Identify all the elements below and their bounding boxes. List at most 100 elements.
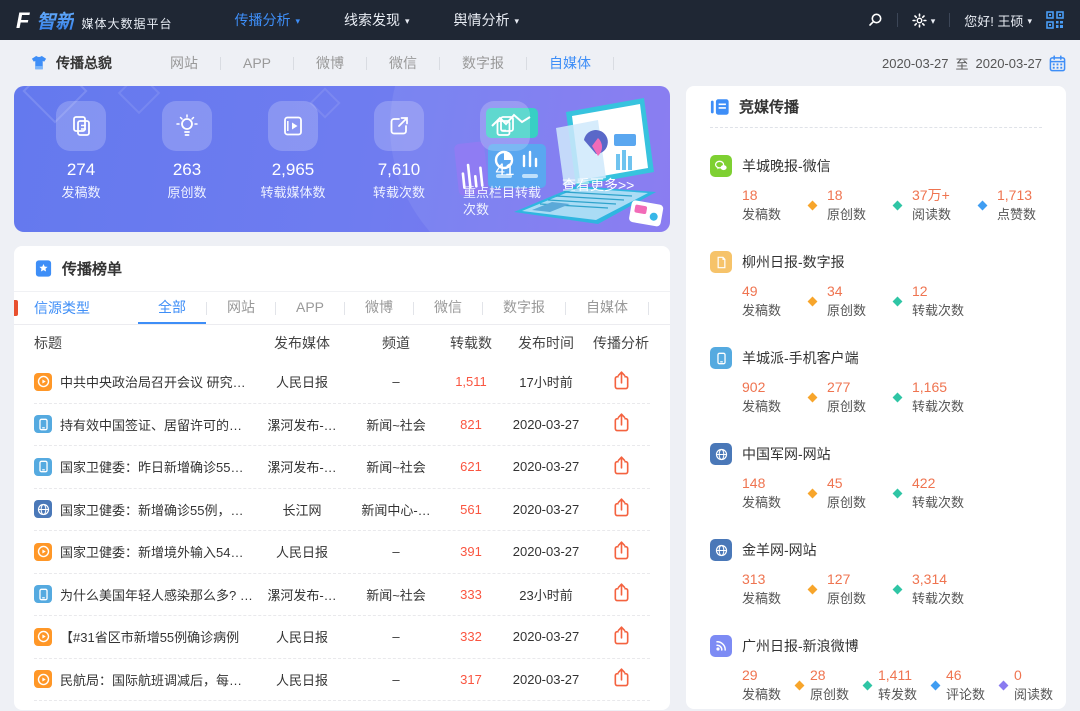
diamond-separator-icon bbox=[893, 296, 903, 306]
date-range-picker[interactable]: 2020-03-27 至 2020-03-27 bbox=[882, 54, 1066, 73]
competitor-name-link[interactable]: 羊城晚报-微信 bbox=[710, 155, 1042, 177]
search-icon[interactable] bbox=[867, 12, 883, 28]
stat-label: 发稿数 bbox=[742, 686, 789, 704]
competitor-stat: 313 发稿数 bbox=[742, 570, 798, 608]
spread-analysis-icon[interactable] bbox=[612, 540, 631, 561]
stat-value: 148 bbox=[742, 474, 798, 492]
table-row: 持有效中国签证、居留许可的外… 漯河发布-… 新闻~社会 821 2020-03… bbox=[34, 404, 650, 447]
stat-label: 发稿数 bbox=[742, 206, 798, 224]
user-menu[interactable]: 您好! 王硕 ▾ bbox=[964, 11, 1032, 30]
article-title-link[interactable]: 中共中央政治局召开会议 研究部署 bbox=[34, 372, 254, 391]
spread-analysis-icon[interactable] bbox=[612, 625, 631, 646]
diamond-separator-icon bbox=[795, 680, 805, 690]
repost-count: 391 bbox=[442, 544, 500, 559]
article-title-link[interactable]: 国家卫健委：新增境外输入54例 … bbox=[34, 542, 254, 561]
article-title-link[interactable]: 国家卫健委：新增确诊55例，其… bbox=[34, 500, 254, 519]
diamond-separator-icon bbox=[808, 296, 818, 306]
article-title-link[interactable]: 【#31省区市新增55例确诊病例 bbox=[34, 627, 254, 646]
diamond-separator-icon bbox=[808, 488, 818, 498]
subnav-tab[interactable]: APP bbox=[221, 55, 293, 71]
spread-analysis-icon[interactable] bbox=[612, 455, 631, 476]
banner-stat: 41 重点栏目转载次数 bbox=[464, 101, 546, 218]
banner-stat-label: 重点栏目转载次数 bbox=[463, 184, 547, 218]
qr-code-icon[interactable] bbox=[1046, 11, 1064, 29]
spread-ranking-panel: 传播榜单 信源类型 全部网站APP微博微信数字报自媒体 标题发布媒体频道转载数发… bbox=[14, 246, 670, 710]
competitor-stat: 37万+ 阅读数 bbox=[912, 186, 968, 224]
spread-analysis-icon[interactable] bbox=[612, 497, 631, 518]
publish-media: 人民日报 bbox=[254, 670, 350, 689]
competitor-name: 中国军网-网站 bbox=[742, 444, 831, 464]
settings-gear-button[interactable]: ▾ bbox=[912, 13, 936, 28]
banner-stats: 274 发稿数 263 原创数 2,965 转载媒体数 7,610 转载次数 4… bbox=[40, 101, 546, 218]
stat-value: 277 bbox=[827, 378, 883, 396]
stat-value: 18 bbox=[827, 186, 883, 204]
subnav-tab[interactable]: 微博 bbox=[294, 53, 366, 73]
competitor-stats-row: 902 发稿数 277 原创数 1,165 转载次数 bbox=[742, 378, 1042, 416]
spread-analysis-icon[interactable] bbox=[612, 412, 631, 433]
competitor-name-link[interactable]: 柳州日报-数字报 bbox=[710, 251, 1042, 273]
repost-count: 821 bbox=[442, 417, 500, 432]
stat-value: 0 bbox=[1014, 666, 1061, 684]
table-row: 国家卫健委：新增确诊55例，其… 长江网 新闻中心-… 561 2020-03-… bbox=[34, 489, 650, 532]
competitor-name: 羊城派-手机客户端 bbox=[742, 348, 859, 368]
subnav-item-overview[interactable]: 传播总貌 bbox=[30, 53, 112, 73]
see-more-link[interactable]: 查看更多>> bbox=[562, 175, 634, 195]
subnav-tab[interactable]: 微信 bbox=[367, 53, 439, 73]
channel: 新闻~社会 bbox=[350, 457, 442, 476]
subnav-tab[interactable]: 数字报 bbox=[440, 53, 526, 73]
competitor-stat: 1,713 点赞数 bbox=[997, 186, 1053, 224]
competitor-stats-row: 29 发稿数 28 原创数 1,411 转发数 46 评论数 0 阅读数 bbox=[742, 666, 1042, 704]
spread-analysis-icon[interactable] bbox=[612, 582, 631, 603]
banner-stat: 263 原创数 bbox=[146, 101, 228, 218]
stat-value: 902 bbox=[742, 378, 798, 396]
subnav-tab[interactable]: 网站 bbox=[148, 53, 220, 73]
spread-analysis-icon[interactable] bbox=[612, 667, 631, 688]
competitor-stat: 3,314 转载次数 bbox=[912, 570, 968, 608]
topnav-item[interactable]: 舆情分析▾ bbox=[454, 10, 520, 30]
repost-count: 333 bbox=[442, 587, 500, 602]
article-title-link[interactable]: 为什么美国年轻人感染那么多? … bbox=[34, 585, 254, 604]
channel: – bbox=[350, 544, 442, 559]
stat-label: 发稿数 bbox=[742, 398, 798, 416]
competitor-stat: 902 发稿数 bbox=[742, 378, 798, 416]
competitor-name-link[interactable]: 羊城派-手机客户端 bbox=[710, 347, 1042, 369]
banner-stat-label: 转载次数 bbox=[373, 184, 425, 201]
banner-stat-label: 发稿数 bbox=[61, 184, 100, 201]
source-type-filter[interactable]: 信源类型 bbox=[34, 298, 90, 318]
stat-label: 转载次数 bbox=[912, 590, 968, 608]
calendar-icon bbox=[1049, 55, 1066, 72]
competitor-name-link[interactable]: 广州日报-新浪微博 bbox=[710, 635, 1042, 657]
ranking-header: 传播榜单 bbox=[14, 246, 670, 292]
competitor-name-link[interactable]: 中国军网-网站 bbox=[710, 443, 1042, 465]
competitor-stat: 46 评论数 bbox=[946, 666, 993, 704]
table-row: 为什么美国年轻人感染那么多? … 漯河发布-… 新闻~社会 333 23小时前 bbox=[34, 574, 650, 617]
ranking-tab[interactable]: 网站 bbox=[207, 292, 275, 324]
article-title-link[interactable]: 国家卫健委：昨日新增确诊55例… bbox=[34, 457, 254, 476]
competitor-list: 羊城晚报-微信 18 发稿数 18 原创数 37万+ 阅读数 1,713 点赞数… bbox=[710, 155, 1042, 704]
logo[interactable]: F 智新 媒体大数据平台 bbox=[16, 7, 172, 34]
subnav: 传播总貌 网站APP微博微信数字报自媒体 2020-03-27 至 2020-0… bbox=[0, 40, 1080, 86]
ranking-tab[interactable]: 全部 bbox=[138, 292, 206, 324]
ranking-tab[interactable]: 数字报 bbox=[483, 292, 565, 324]
ranking-tab[interactable]: 微博 bbox=[345, 292, 413, 324]
article-title-link[interactable]: 民航局：国际航班调减后，每天… bbox=[34, 670, 254, 689]
topnav-item[interactable]: 线索发现▾ bbox=[344, 10, 410, 30]
competitor-name-link[interactable]: 金羊网-网站 bbox=[710, 539, 1042, 561]
stat-value: 12 bbox=[912, 282, 968, 300]
ranking-tab[interactable]: APP bbox=[276, 292, 344, 324]
competitor-stat: 0 阅读数 bbox=[1014, 666, 1061, 704]
stat-label: 转载次数 bbox=[912, 494, 968, 512]
topnav-item[interactable]: 传播分析▾ bbox=[234, 10, 300, 30]
overview-stats-banner: 274 发稿数 263 原创数 2,965 转载媒体数 7,610 转载次数 4… bbox=[14, 86, 670, 232]
competitor-stats-row: 313 发稿数 127 原创数 3,314 转载次数 bbox=[742, 570, 1042, 608]
spread-analysis-icon[interactable] bbox=[612, 370, 631, 391]
stat-value: 18 bbox=[742, 186, 798, 204]
article-title-link[interactable]: 持有效中国签证、居留许可的外… bbox=[34, 415, 254, 434]
competitor-stat: 18 发稿数 bbox=[742, 186, 798, 224]
banner-stat-value: 2,965 bbox=[272, 160, 315, 180]
diamond-separator-icon bbox=[808, 392, 818, 402]
subnav-tab[interactable]: 自媒体 bbox=[527, 53, 613, 73]
ranking-tab[interactable]: 自媒体 bbox=[566, 292, 648, 324]
publish-media: 人民日报 bbox=[254, 627, 350, 646]
ranking-tab[interactable]: 微信 bbox=[414, 292, 482, 324]
